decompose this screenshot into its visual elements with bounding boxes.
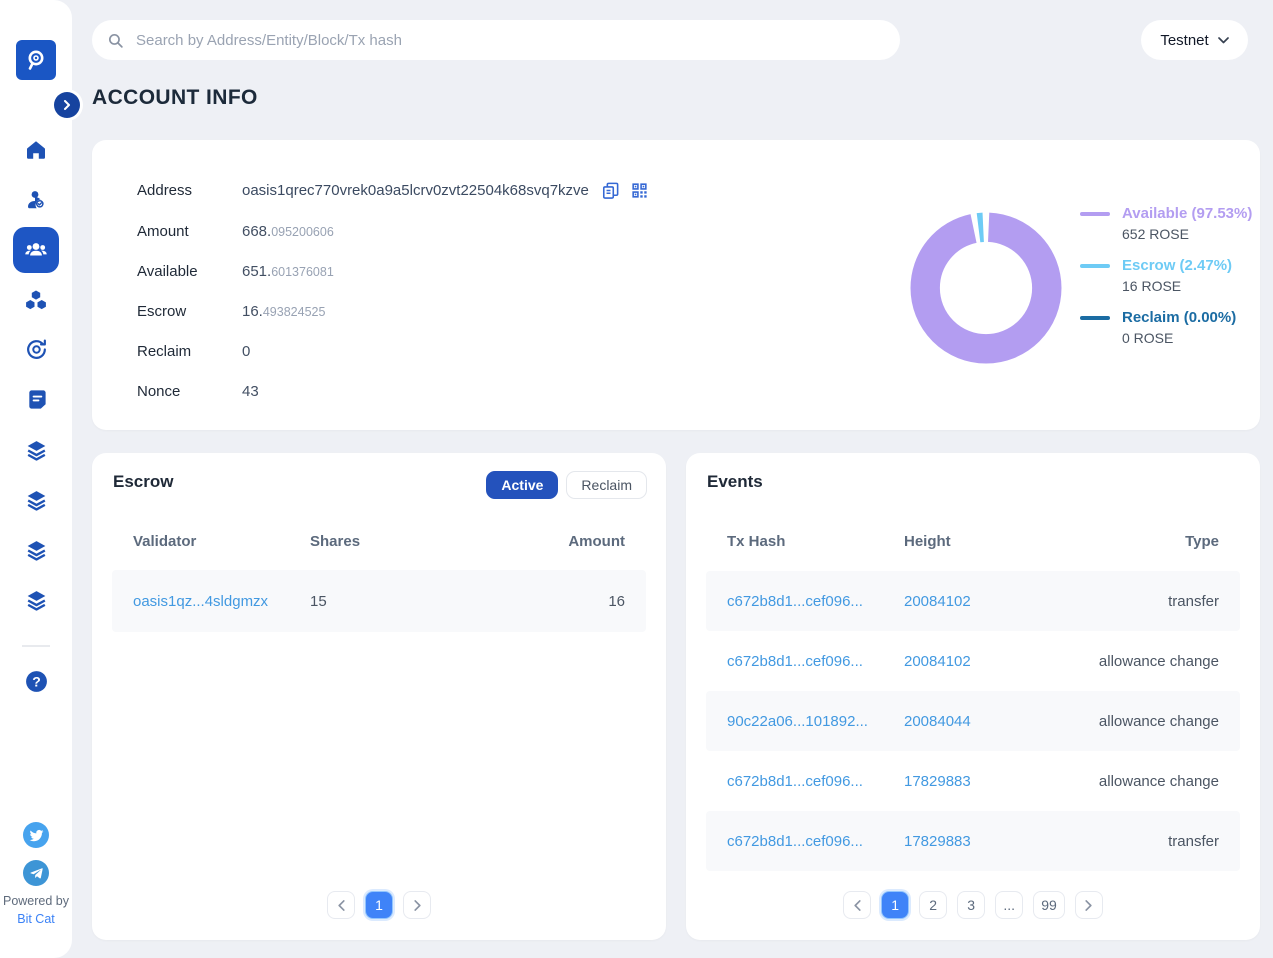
events-panel: Events Tx Hash Height Type c672b8d1...ce… bbox=[686, 453, 1260, 940]
bit-cat-link[interactable]: Bit Cat bbox=[0, 912, 72, 926]
telegram-icon[interactable] bbox=[23, 860, 49, 886]
tx-hash-link[interactable]: 90c22a06...101892... bbox=[727, 713, 904, 730]
escrow-value: 16.493824525 bbox=[242, 303, 325, 320]
events-table-row: c672b8d1...cef096... 20084102 allowance … bbox=[706, 631, 1240, 691]
reclaim-label: Reclaim bbox=[137, 343, 242, 360]
height-link[interactable]: 20084102 bbox=[904, 653, 971, 670]
shares-cell: 15 bbox=[310, 593, 608, 610]
escrow-label: Escrow bbox=[137, 303, 242, 320]
search-bar bbox=[92, 20, 900, 60]
powered-by-text: Powered by bbox=[0, 894, 72, 908]
paratime-2-icon[interactable] bbox=[12, 476, 60, 524]
account-info-card: Address oasis1qrec770vrek0a9a5lcrv0zvt22… bbox=[92, 140, 1260, 430]
twitter-icon[interactable] bbox=[23, 822, 49, 848]
nonce-label: Nonce bbox=[137, 383, 242, 400]
height-link[interactable]: 20084044 bbox=[904, 713, 971, 730]
address-label: Address bbox=[137, 182, 242, 199]
height-link[interactable]: 17829883 bbox=[904, 773, 971, 790]
paratime-3-icon[interactable] bbox=[12, 526, 60, 574]
events-panel-title: Events bbox=[707, 472, 763, 492]
validators-icon[interactable] bbox=[12, 176, 60, 224]
home-icon[interactable] bbox=[12, 126, 60, 174]
escrow-pagination: 1 bbox=[92, 891, 666, 919]
type-cell: transfer bbox=[1168, 833, 1219, 850]
transactions-icon[interactable] bbox=[12, 325, 60, 373]
qr-code-icon[interactable] bbox=[630, 181, 649, 200]
blocks-icon[interactable] bbox=[12, 276, 60, 324]
escrow-table-header: Validator Shares Amount bbox=[112, 527, 646, 555]
search-input[interactable] bbox=[136, 20, 886, 60]
svg-text:?: ? bbox=[32, 673, 41, 689]
network-select-value: Testnet bbox=[1160, 32, 1208, 49]
events-pagination: 1 2 3 ... 99 bbox=[686, 891, 1260, 919]
escrow-active-tab[interactable]: Active bbox=[486, 471, 558, 499]
sidebar-divider bbox=[22, 645, 50, 647]
network-select[interactable]: Testnet bbox=[1141, 20, 1248, 60]
tx-hash-link[interactable]: c672b8d1...cef096... bbox=[727, 773, 904, 790]
type-cell: allowance change bbox=[1099, 653, 1219, 670]
height-link[interactable]: 17829883 bbox=[904, 833, 971, 850]
balance-donut-chart bbox=[910, 212, 1062, 364]
page-button-2[interactable]: 2 bbox=[919, 891, 947, 919]
events-table-header: Tx Hash Height Type bbox=[706, 527, 1240, 555]
amount-cell: 16 bbox=[608, 593, 625, 610]
sidebar: ? Powered by Bit Cat bbox=[0, 0, 72, 958]
type-cell: transfer bbox=[1168, 593, 1219, 610]
events-table-row: c672b8d1...cef096... 17829883 transfer bbox=[706, 811, 1240, 871]
copy-icon[interactable] bbox=[601, 181, 620, 200]
amount-label: Amount bbox=[137, 223, 242, 240]
app-logo-icon[interactable] bbox=[16, 40, 56, 80]
amount-value: 668.095200606 bbox=[242, 223, 334, 240]
next-page-button[interactable] bbox=[403, 891, 431, 919]
available-label: Available bbox=[137, 263, 242, 280]
events-table-row: c672b8d1...cef096... 17829883 allowance … bbox=[706, 751, 1240, 811]
legend-dash-available bbox=[1080, 212, 1110, 216]
tx-hash-link[interactable]: c672b8d1...cef096... bbox=[727, 593, 904, 610]
reclaim-value: 0 bbox=[242, 343, 250, 360]
type-cell: allowance change bbox=[1099, 773, 1219, 790]
height-link[interactable]: 20084102 bbox=[904, 593, 971, 610]
events-table-row: 90c22a06...101892... 20084044 allowance … bbox=[706, 691, 1240, 751]
escrow-panel-title: Escrow bbox=[113, 472, 173, 492]
accounts-icon[interactable] bbox=[13, 227, 59, 273]
escrow-panel: Escrow Active Reclaim Validator Shares A… bbox=[92, 453, 666, 940]
legend-dash-reclaim bbox=[1080, 316, 1110, 320]
next-page-button[interactable] bbox=[1075, 891, 1103, 919]
events-table-row: c672b8d1...cef096... 20084102 transfer bbox=[706, 571, 1240, 631]
paratime-4-icon[interactable] bbox=[12, 576, 60, 624]
page-button-1[interactable]: 1 bbox=[881, 891, 909, 919]
type-cell: allowance change bbox=[1099, 713, 1219, 730]
sidebar-expand-button[interactable] bbox=[54, 92, 80, 118]
legend-item-available: Available (97.53%) 652 ROSE bbox=[1080, 204, 1252, 244]
page-title: ACCOUNT INFO bbox=[92, 86, 258, 110]
legend-dash-escrow bbox=[1080, 264, 1110, 268]
legend-item-escrow: Escrow (2.47%) 16 ROSE bbox=[1080, 256, 1252, 296]
page-button-99[interactable]: 99 bbox=[1033, 891, 1065, 919]
validator-link[interactable]: oasis1qz...4sldgmzx bbox=[133, 593, 310, 610]
nonce-value: 43 bbox=[242, 383, 259, 400]
available-value: 651.601376081 bbox=[242, 263, 334, 280]
paratime-1-icon[interactable] bbox=[12, 426, 60, 474]
prev-page-button[interactable] bbox=[327, 891, 355, 919]
tx-hash-link[interactable]: c672b8d1...cef096... bbox=[727, 833, 904, 850]
page-button-1[interactable]: 1 bbox=[365, 891, 393, 919]
address-value: oasis1qrec770vrek0a9a5lcrv0zvt22504k68sv… bbox=[242, 182, 589, 199]
help-icon[interactable]: ? bbox=[12, 657, 60, 705]
tx-hash-link[interactable]: c672b8d1...cef096... bbox=[727, 653, 904, 670]
escrow-reclaim-tab[interactable]: Reclaim bbox=[566, 471, 647, 499]
search-icon bbox=[107, 32, 124, 49]
donut-legend: Available (97.53%) 652 ROSE Escrow (2.47… bbox=[1080, 204, 1252, 360]
legend-item-reclaim: Reclaim (0.00%) 0 ROSE bbox=[1080, 308, 1252, 348]
chevron-down-icon bbox=[1218, 37, 1229, 44]
escrow-table-row: oasis1qz...4sldgmzx 15 16 bbox=[112, 570, 646, 632]
page-ellipsis[interactable]: ... bbox=[995, 891, 1023, 919]
documents-icon[interactable] bbox=[12, 375, 60, 423]
prev-page-button[interactable] bbox=[843, 891, 871, 919]
page-button-3[interactable]: 3 bbox=[957, 891, 985, 919]
